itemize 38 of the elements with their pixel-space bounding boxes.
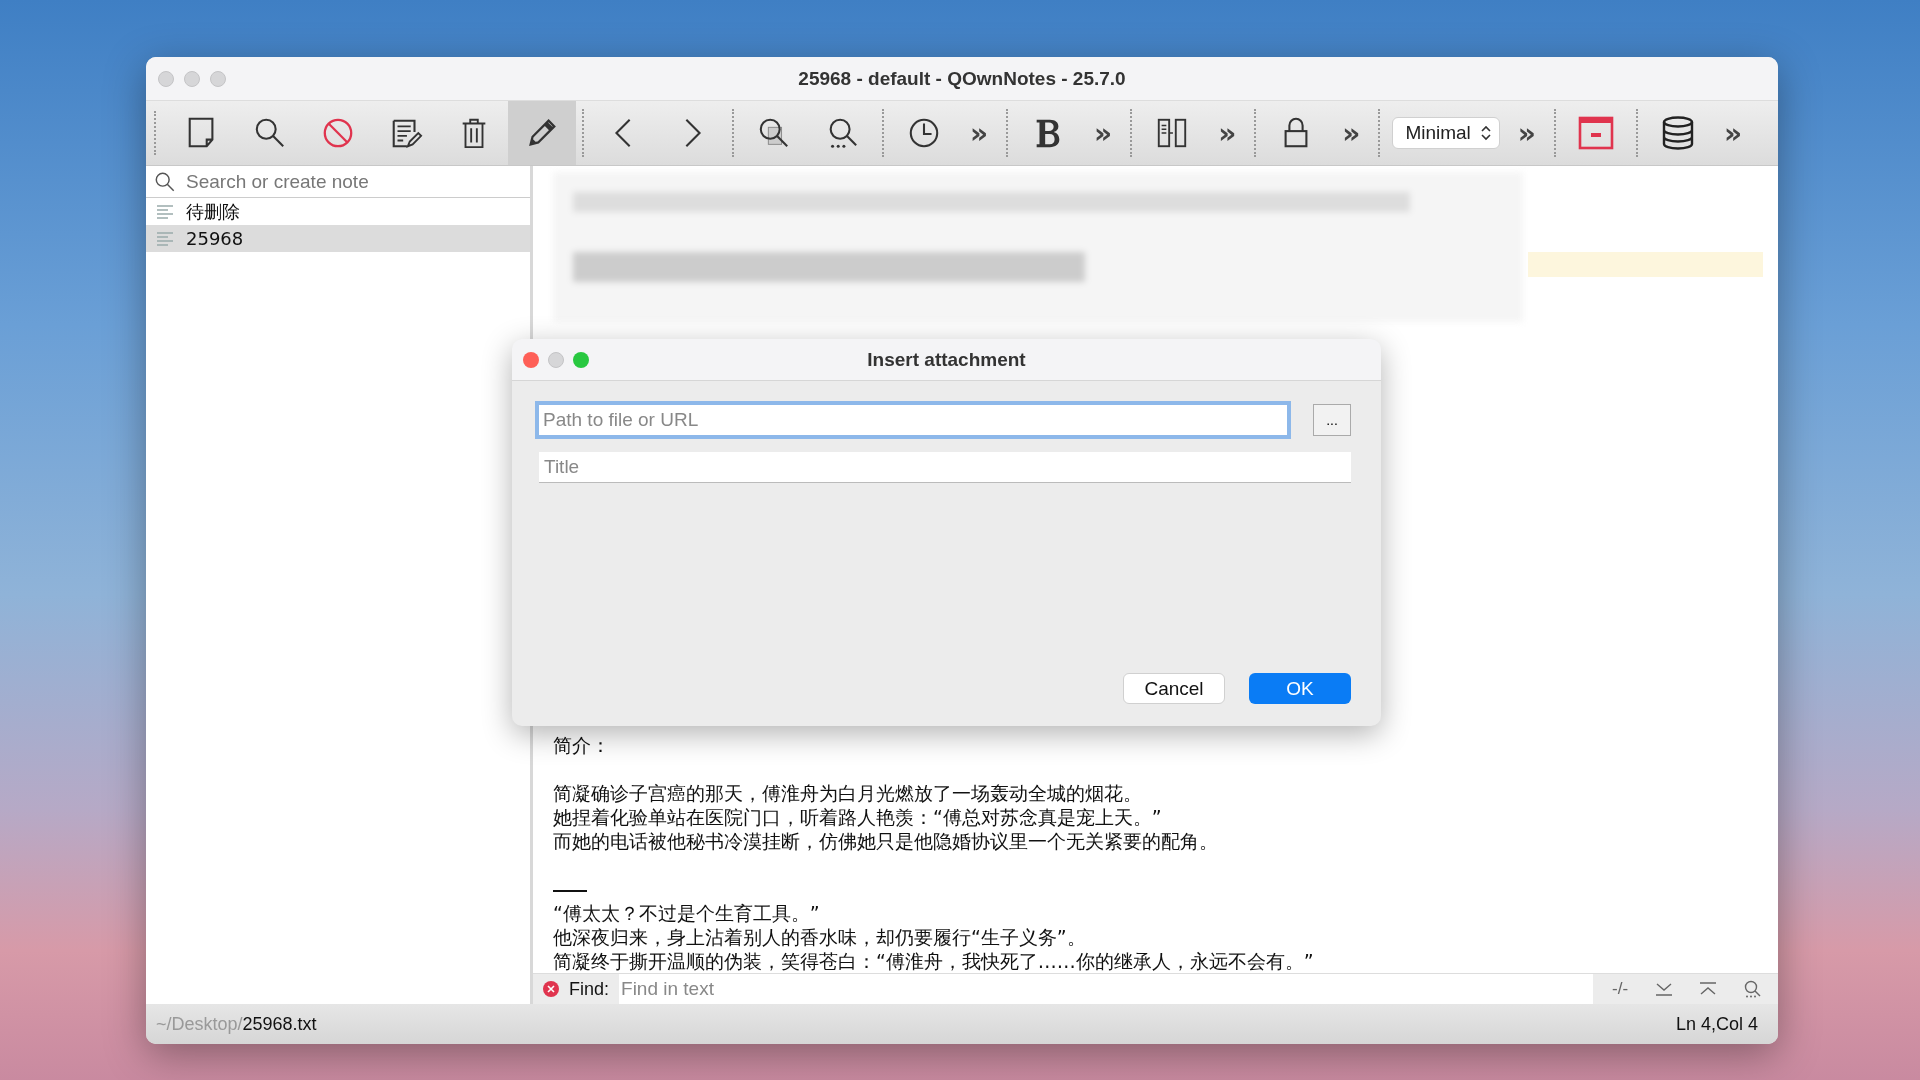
layout-select[interactable]: Minimal xyxy=(1392,117,1500,149)
updown-chevron-icon xyxy=(1480,125,1491,141)
note-list-item[interactable]: 待删除 xyxy=(146,198,530,225)
search-icon xyxy=(154,170,176,193)
overflow-button[interactable]: » xyxy=(958,116,1001,150)
overflow-button[interactable]: » xyxy=(1330,116,1373,150)
path-field[interactable]: Path to file or URL xyxy=(539,405,1287,435)
cancel-button[interactable]: Cancel xyxy=(1123,673,1225,704)
search-icon xyxy=(253,116,287,150)
note-text-line: 简凝确诊子宫癌的那天，傅淮舟为白月光燃放了一场轰动全城的烟花。 xyxy=(553,781,1143,805)
cursor-position: Ln 4,Col 4 xyxy=(1675,1013,1758,1035)
overflow-button[interactable]: » xyxy=(1206,116,1249,150)
find-label: Find: xyxy=(569,978,610,1000)
overflow-button[interactable]: » xyxy=(1711,116,1754,150)
pencil-button[interactable] xyxy=(508,101,576,165)
overflow-button[interactable]: » xyxy=(1082,116,1125,150)
markdown-rule xyxy=(553,889,587,892)
note-search-field[interactable]: Search or create note xyxy=(184,169,530,194)
close-find-icon[interactable] xyxy=(543,981,559,997)
file-path: ~/Desktop/25968.txt xyxy=(156,1013,317,1035)
note-lines-icon xyxy=(156,230,174,247)
dialog-close-button[interactable] xyxy=(523,351,539,368)
note-lines-icon xyxy=(156,203,174,220)
window-title: 25968 - default - QOwnNotes - 25.7.0 xyxy=(798,67,1126,90)
overflow-button[interactable]: » xyxy=(1505,116,1548,150)
ok-button[interactable]: OK xyxy=(1249,673,1351,704)
note-text-line: 简介： xyxy=(553,733,611,757)
note-text-line: 简凝终于撕开温顺的伪装，笑得苍白：“傅淮舟，我快死了……你的继承人，永远不会有。” xyxy=(553,949,1315,973)
note-list-item[interactable]: 25968 xyxy=(146,225,530,252)
note-text-line: 她捏着化验单站在医院门口，听着路人艳羡：“傅总对苏念真是宠上天。” xyxy=(553,805,1163,829)
find-field[interactable]: Find in text xyxy=(619,973,1594,1005)
title-field[interactable]: Title xyxy=(539,452,1351,483)
whole-word-button[interactable]: -/- xyxy=(1603,979,1638,999)
note-text-line: 他深夜归来，身上沾着别人的香水味，却仍要履行“生子义务”。 xyxy=(553,925,1087,949)
browse-button[interactable]: ... xyxy=(1313,404,1351,436)
note-text-line: “傅太太？不过是个生育工具。” xyxy=(553,901,821,925)
dialog-title: Insert attachment xyxy=(867,348,1026,371)
note-text-line: 而她的电话被他秘书冷漠挂断，仿佛她只是他隐婚协议里一个无关紧要的配角。 xyxy=(553,829,1219,853)
